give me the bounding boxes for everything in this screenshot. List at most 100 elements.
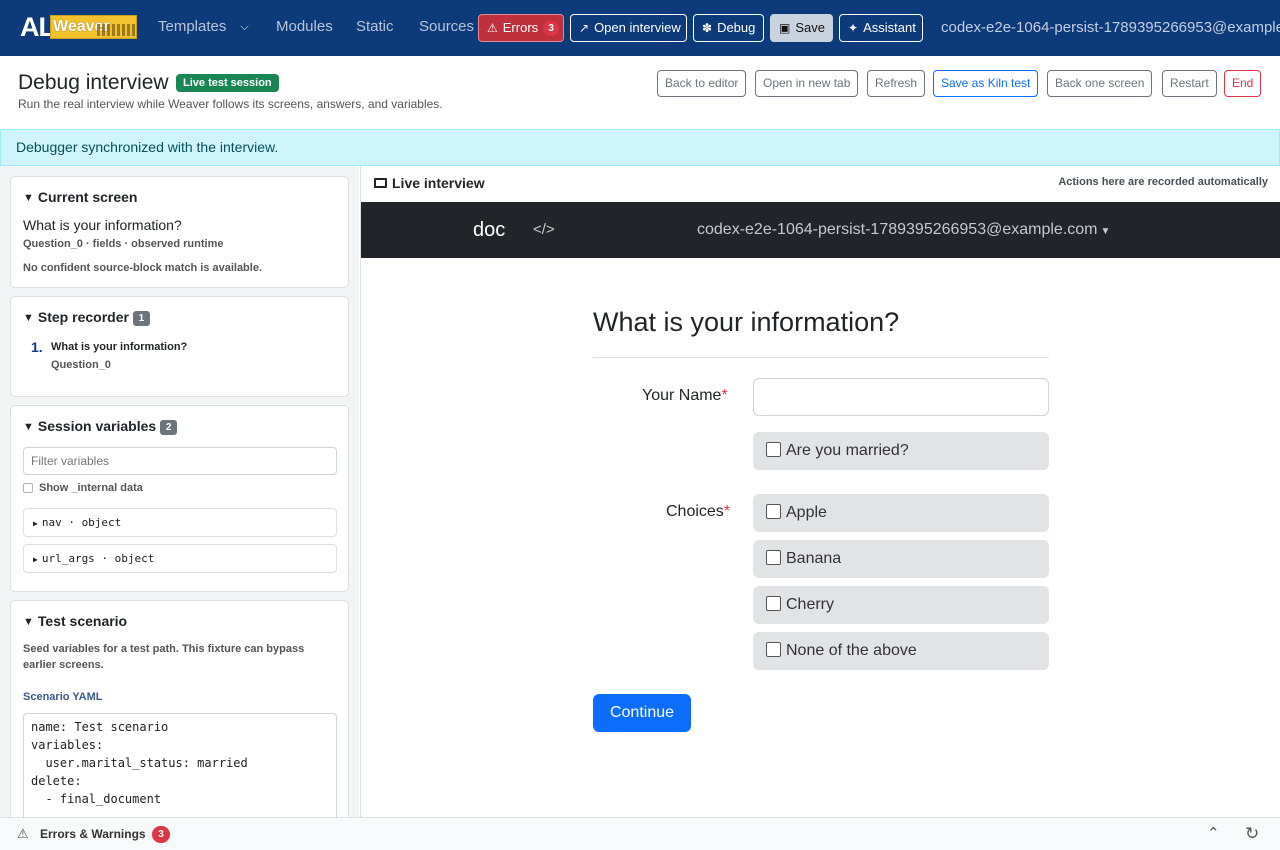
triangle-right-icon: ▶	[33, 519, 38, 528]
choice-none-checkbox[interactable]: None of the above	[753, 632, 1049, 670]
app-logo[interactable]: AL Weaver	[20, 13, 137, 41]
open-new-tab-button[interactable]: Open in new tab	[755, 70, 859, 97]
end-button[interactable]: End	[1224, 70, 1262, 97]
save-button[interactable]: ▣ Save	[770, 14, 833, 42]
warning-icon: ⚠	[17, 826, 29, 841]
step-recorder-toggle[interactable]: ▼ Step recorder 1	[23, 308, 150, 328]
choices-label: Choices*	[666, 502, 730, 522]
errors-warnings-bar: ⚠ Errors & Warnings 3 ⌃ ↻	[0, 817, 1280, 850]
step-recorder-title: Step recorder	[37, 309, 129, 325]
show-internal-checkbox[interactable]	[23, 483, 33, 493]
restart-button[interactable]: Restart	[1162, 70, 1217, 97]
triangle-down-icon: ▼	[23, 192, 34, 204]
nav-templates-label: Templates	[158, 18, 227, 35]
checkbox-box	[766, 504, 781, 519]
show-internal-label: Show _internal data	[39, 482, 143, 494]
code-icon[interactable]: </>	[533, 219, 555, 241]
choice-apple-checkbox[interactable]: Apple	[753, 494, 1049, 532]
checkbox-box	[766, 596, 781, 611]
step-count-badge: 1	[132, 311, 150, 326]
back-to-editor-button[interactable]: Back to editor	[657, 70, 747, 97]
open-interview-button[interactable]: ↗ Open interview	[570, 14, 687, 42]
page-header: Debug interview Live test session Run th…	[0, 56, 1280, 128]
triangle-down-icon: ▼	[23, 312, 34, 324]
question-title: What is your information?	[593, 307, 900, 337]
nav-templates[interactable]: Templates ⌵	[158, 17, 249, 38]
logo-bars-graphic	[97, 24, 135, 36]
choice-banana-checkbox[interactable]: Banana	[753, 540, 1049, 578]
variable-row[interactable]: ▶ nav · object	[23, 508, 337, 537]
save-label: Save	[795, 20, 825, 35]
checkbox-box	[766, 442, 781, 457]
choice-label: Apple	[786, 504, 827, 521]
step-question-id: Question_0	[51, 359, 111, 371]
refresh-icon[interactable]: ↻	[1245, 824, 1259, 843]
triangle-down-icon: ▼	[23, 616, 34, 628]
nav-static[interactable]: Static	[356, 17, 394, 37]
interview-brand[interactable]: doc	[473, 219, 505, 241]
continue-button[interactable]: Continue	[593, 694, 691, 732]
variable-label: nav · object	[41, 516, 122, 529]
your-name-text: Your Name	[642, 387, 722, 404]
variable-label: url_args · object	[41, 552, 155, 565]
choice-label: Banana	[786, 550, 842, 567]
assistant-button[interactable]: ✦ Assistant	[839, 14, 923, 42]
debug-label: Debug	[717, 20, 756, 35]
errors-warnings-label[interactable]: Errors & Warnings	[40, 827, 146, 842]
current-screen-toggle[interactable]: ▼ Current screen	[23, 188, 137, 208]
chevron-down-icon: ⌵	[240, 21, 249, 33]
choice-cherry-checkbox[interactable]: Cherry	[753, 586, 1049, 624]
page-subtitle: Run the real interview while Weaver foll…	[18, 97, 443, 111]
open-interview-label: Open interview	[594, 20, 681, 35]
page-title: Debug interview	[18, 71, 169, 94]
assistant-label: Assistant	[863, 20, 916, 35]
scenario-yaml-label: Scenario YAML	[23, 691, 103, 703]
triangle-right-icon: ▶	[33, 555, 38, 564]
required-marker: *	[723, 503, 731, 520]
live-session-badge: Live test session	[176, 74, 279, 92]
step-recorder-card: ▼ Step recorder 1 1. What is your informat…	[10, 296, 349, 397]
triangle-down-icon: ▼	[23, 421, 34, 433]
user-menu[interactable]: codex-e2e-1064-persist-1789395266953@exa…	[941, 18, 1280, 38]
current-screen-title: Current screen	[37, 189, 138, 205]
chevron-up-icon[interactable]: ⌃	[1207, 825, 1220, 842]
monitor-icon	[374, 178, 387, 188]
back-one-screen-button[interactable]: Back one screen	[1047, 70, 1153, 97]
choice-label: Cherry	[786, 596, 835, 613]
live-interview-heading: Live interview	[374, 175, 485, 191]
test-scenario-title: Test scenario	[37, 613, 128, 629]
variable-row[interactable]: ▶ url_args · object	[23, 544, 337, 573]
your-name-input[interactable]	[753, 378, 1049, 416]
refresh-button[interactable]: Refresh	[867, 70, 926, 97]
nav-sources[interactable]: Sources	[419, 17, 474, 37]
warning-icon: ⚠	[487, 21, 498, 35]
nav-modules[interactable]: Modules	[276, 17, 333, 37]
session-variables-toggle[interactable]: ▼ Session variables 2	[23, 417, 178, 437]
top-navbar: AL Weaver Templates ⌵ Modules Static Sour…	[0, 0, 1280, 56]
required-marker: *	[721, 387, 728, 404]
test-scenario-card: ▼ Test scenario Seed variables for a test…	[10, 600, 349, 817]
floppy-icon: ▣	[779, 21, 791, 35]
test-scenario-description: Seed variables for a test path. This fix…	[23, 643, 305, 671]
logo-al-text: AL	[20, 12, 55, 42]
caret-down-icon: ▼	[1100, 226, 1111, 237]
test-scenario-toggle[interactable]: ▼ Test scenario	[23, 612, 127, 632]
scenario-yaml-editor[interactable]: name: Test scenario variables: user.mari…	[23, 713, 337, 817]
choice-label: None of the above	[786, 642, 917, 659]
checkbox-box	[766, 550, 781, 565]
live-interview-panel: Live interview Actions here are recorded…	[360, 166, 1280, 817]
current-screen-question: What is your information?	[23, 217, 182, 233]
interview-user-menu[interactable]: codex-e2e-1064-persist-1789395266953@exa…	[697, 220, 1110, 242]
logo-badge: Weaver	[50, 15, 137, 39]
errors-button[interactable]: ⚠ Errors 3	[478, 14, 564, 42]
filter-variables-input[interactable]	[23, 447, 337, 475]
debug-button[interactable]: ✽ Debug	[693, 14, 764, 42]
married-checkbox[interactable]: Are you married?	[753, 432, 1049, 470]
live-interview-title: Live interview	[392, 175, 485, 191]
step-number: 1.	[31, 339, 43, 355]
interview-navbar: doc </> codex-e2e-1064-persist-178939526…	[361, 202, 1280, 258]
step-title[interactable]: What is your information?	[51, 341, 187, 354]
interview-user-email: codex-e2e-1064-persist-1789395266953@exa…	[697, 221, 1098, 238]
session-variables-card: ▼Session variables2 Show _internal data …	[10, 405, 349, 592]
save-kiln-test-button[interactable]: Save as Kiln test	[933, 70, 1039, 97]
